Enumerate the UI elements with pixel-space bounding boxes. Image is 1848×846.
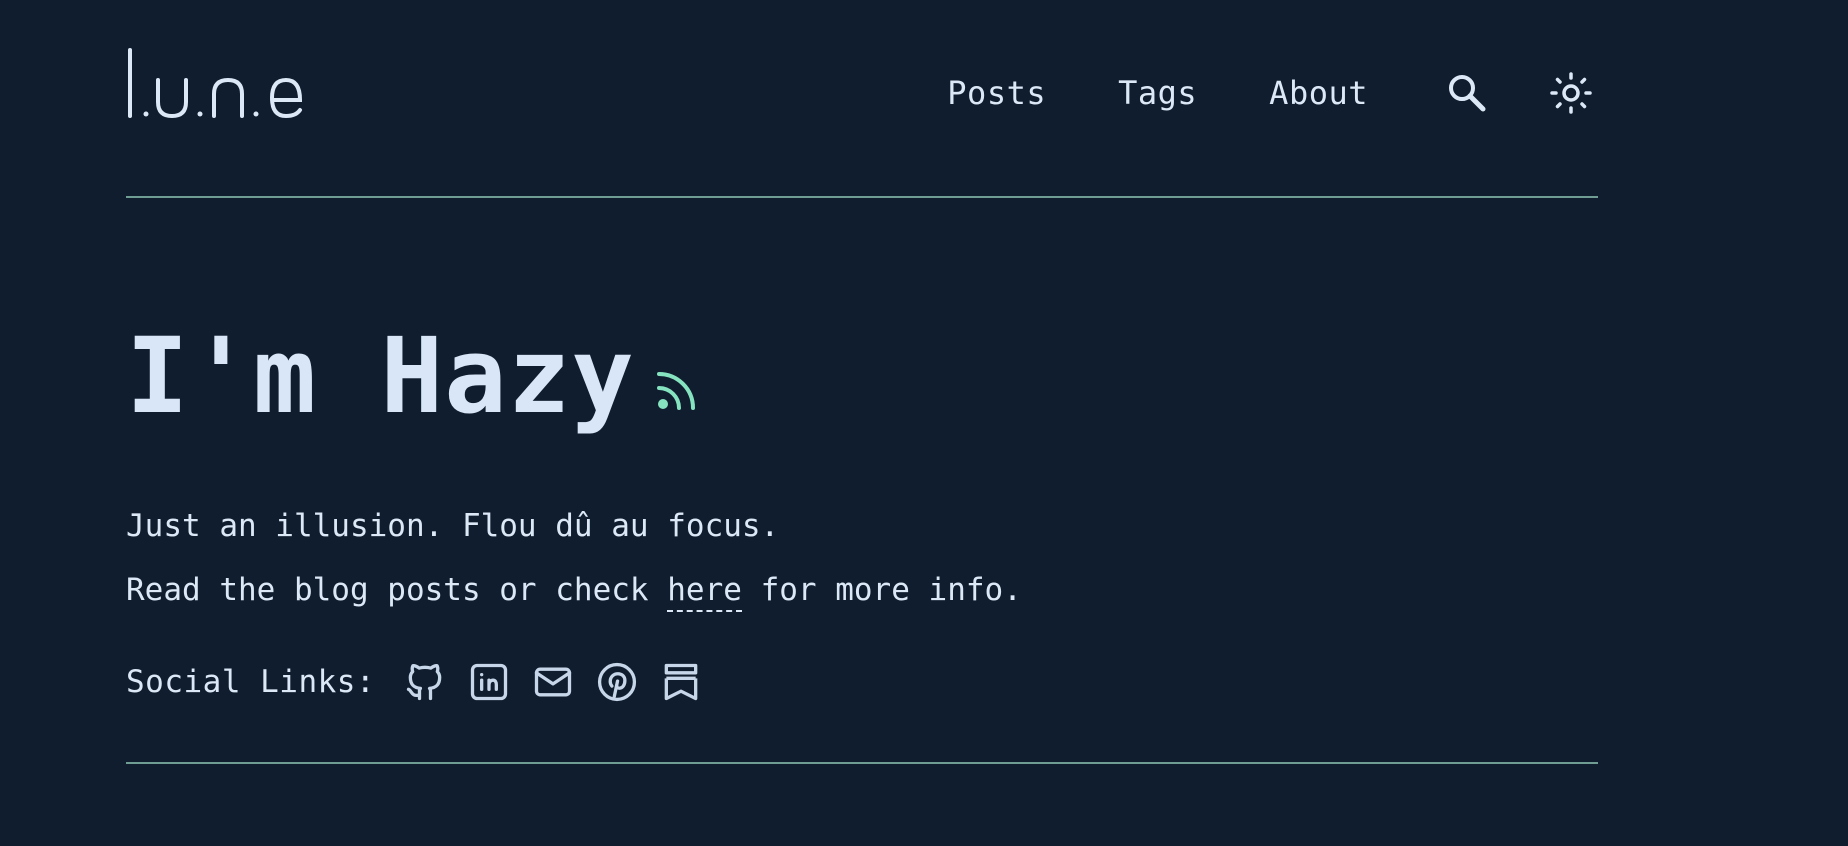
- rss-link[interactable]: [656, 368, 699, 414]
- pinterest-icon: [598, 662, 637, 702]
- substack-icon: [664, 663, 698, 701]
- hero-info-line: Read the blog posts or check here for mo…: [126, 570, 1022, 612]
- here-link[interactable]: here: [667, 572, 742, 612]
- theme-toggle-button[interactable]: [1544, 66, 1598, 120]
- main-nav: Posts Tags About: [947, 66, 1598, 120]
- search-button[interactable]: [1440, 66, 1494, 120]
- social-links-label: Social Links:: [126, 664, 376, 700]
- info-text-after: for more info.: [741, 572, 1022, 608]
- rss-icon: [656, 372, 695, 410]
- linkedin-icon: [470, 663, 508, 701]
- footer-divider: [126, 762, 1598, 764]
- sun-icon: [1550, 72, 1592, 114]
- header-divider: [126, 196, 1598, 198]
- mail-icon: [534, 667, 572, 697]
- info-text-before: Read the blog posts or check: [126, 572, 668, 608]
- nav-tags-link[interactable]: Tags: [1118, 66, 1197, 120]
- search-icon: [1449, 75, 1486, 112]
- mail-link[interactable]: [529, 658, 577, 706]
- social-links: Social Links:: [126, 658, 721, 706]
- page-title: I'm Hazy: [126, 315, 635, 437]
- page: Posts Tags About I'm Hazy Just an illusi…: [126, 0, 1598, 764]
- substack-link[interactable]: [657, 658, 705, 706]
- lune-logo-icon: [128, 48, 303, 119]
- hero-title-row: I'm Hazy: [126, 316, 699, 436]
- github-link[interactable]: [401, 658, 449, 706]
- nav-posts-link[interactable]: Posts: [947, 66, 1046, 120]
- site-header: Posts Tags About: [126, 0, 1598, 196]
- hero-description: Just an illusion. Flou dû au focus.: [126, 508, 780, 544]
- linkedin-link[interactable]: [465, 658, 513, 706]
- nav-about-link[interactable]: About: [1269, 66, 1368, 120]
- site-logo[interactable]: [126, 44, 338, 120]
- github-icon: [406, 663, 442, 701]
- pinterest-link[interactable]: [593, 658, 641, 706]
